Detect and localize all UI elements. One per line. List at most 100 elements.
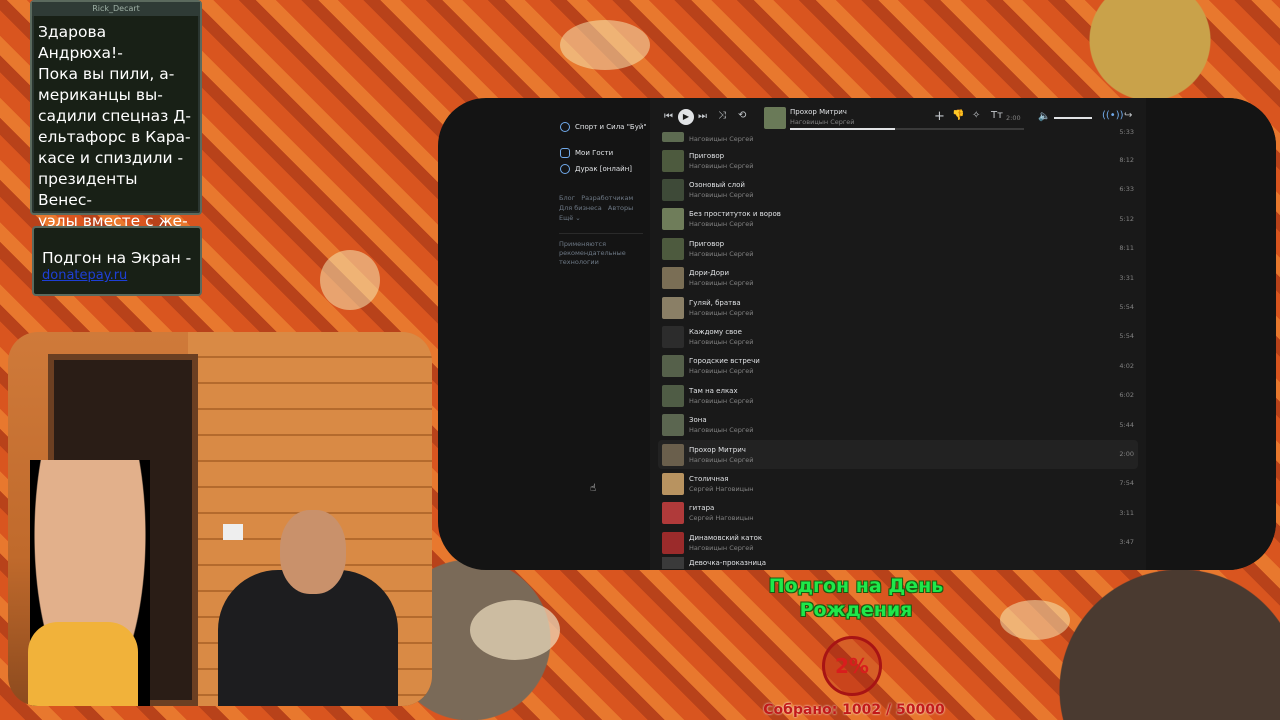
footer-link-more[interactable]: Ещё ⌄ — [559, 214, 581, 222]
track-title[interactable]: Приговор — [689, 239, 754, 249]
recommend-icon[interactable]: ✧ — [972, 110, 980, 121]
track-cover[interactable] — [662, 208, 684, 231]
share-icon[interactable]: ↪ — [1124, 110, 1132, 121]
repeat-icon[interactable]: ⟲ — [738, 110, 746, 121]
track-row[interactable]: Приговор Наговицын Сергей 8:11 — [658, 234, 1138, 263]
track-row[interactable]: Прохор Митрич Наговицын Сергей 2:00 — [658, 439, 1138, 470]
promo-link[interactable]: donatepay.ru — [42, 268, 192, 283]
track-title[interactable]: Озоновый слой — [689, 180, 754, 190]
add-icon[interactable]: + — [934, 109, 945, 124]
audio-player-bar: ⏮ ▶ ⏭ ⤨ ⟲ Прохор Митрич Наговицын Сергей… — [650, 104, 1146, 132]
track-title[interactable]: Гуляй, братва — [689, 298, 754, 308]
volume-slider[interactable] — [1054, 117, 1092, 119]
track-cover[interactable] — [662, 267, 684, 290]
track-duration: 3:11 — [1119, 508, 1134, 517]
track-row[interactable]: Приговор Наговицын Сергей 8:12 — [658, 146, 1138, 175]
track-artist[interactable]: Наговицын Сергей — [689, 543, 762, 553]
track-row[interactable]: Без проституток и воров Наговицын Сергей 5… — [658, 205, 1138, 234]
track-cover[interactable] — [662, 414, 684, 437]
track-artist[interactable]: Сергей Наговицын — [689, 513, 754, 523]
track-row[interactable]: Наговицын Сергей 5:33 — [658, 128, 1138, 146]
track-cover[interactable] — [662, 149, 684, 172]
track-artist[interactable]: Наговицын Сергей — [689, 455, 754, 465]
track-cover[interactable] — [662, 531, 684, 554]
track-row[interactable]: гитара Сергей Наговицын 3:11 — [658, 499, 1138, 528]
track-artist[interactable]: Наговицын Сергей — [689, 249, 754, 259]
chat-message-text: Здарова Андрюха!- Пока вы пили, а- мерик… — [38, 23, 191, 251]
footer-link-developers[interactable]: Разработчикам — [581, 194, 633, 202]
track-row[interactable]: Дори-Дори Наговицын Сергей 3:31 — [658, 264, 1138, 293]
track-duration: 6:33 — [1119, 185, 1134, 194]
track-cover[interactable] — [662, 179, 684, 202]
track-artist[interactable]: Наговицын Сергей — [689, 308, 754, 318]
track-info: Дори-Дори Наговицын Сергей — [689, 268, 754, 288]
track-title[interactable]: Зона — [689, 415, 754, 425]
track-title[interactable]: Девочка-проказница — [689, 558, 766, 568]
play-icon[interactable]: ▶ — [678, 109, 694, 125]
promo-title: Подгон на Экран - — [42, 249, 192, 267]
track-cover[interactable] — [662, 384, 684, 407]
track-title[interactable]: Динамовский каток — [689, 533, 762, 543]
playback-progress[interactable] — [790, 128, 1024, 130]
track-row[interactable]: Каждому свое Наговицын Сергей 5:54 — [658, 322, 1138, 351]
track-cover[interactable] — [662, 502, 684, 525]
vk-left-sidebar: Спорт и Сила "Буй" Мои Гости Дурак [онла… — [550, 98, 650, 570]
track-row[interactable]: Озоновый слой Наговицын Сергей 6:33 — [658, 175, 1138, 204]
background-splash — [1000, 600, 1070, 640]
lyrics-icon[interactable]: Tт — [991, 110, 1003, 121]
track-artist[interactable]: Наговицын Сергей — [689, 396, 754, 406]
broadcast-icon[interactable]: ((•)) — [1102, 110, 1124, 121]
footer-link-business[interactable]: Для бизнеса — [559, 204, 602, 212]
track-title[interactable]: Без проституток и воров — [689, 209, 781, 219]
previous-track-icon[interactable]: ⏮ — [664, 111, 673, 122]
volume-icon[interactable]: 🔈 — [1038, 111, 1050, 122]
shuffle-icon[interactable]: ⤨ — [718, 110, 726, 121]
track-title[interactable]: гитара — [689, 503, 754, 513]
track-artist[interactable]: Наговицын Сергей — [689, 161, 754, 171]
track-cover[interactable] — [662, 237, 684, 260]
track-artist[interactable]: Наговицын Сергей — [689, 134, 754, 144]
group-icon — [560, 122, 570, 132]
track-title[interactable]: Там на елках — [689, 386, 754, 396]
track-cover[interactable] — [662, 557, 684, 570]
track-artist[interactable]: Наговицын Сергей — [689, 337, 754, 347]
track-artist[interactable]: Наговицын Сергей — [689, 366, 760, 376]
track-artist[interactable]: Наговицын Сергей — [689, 278, 754, 288]
track-title[interactable]: Каждому свое — [689, 327, 754, 337]
track-artist[interactable]: Наговицын Сергей — [689, 190, 754, 200]
background-splash — [470, 600, 560, 660]
track-title[interactable]: Столичная — [689, 474, 754, 484]
now-playing-cover — [764, 107, 786, 129]
birthday-goal-title: Подгон на День Рождения — [768, 575, 944, 621]
track-row[interactable]: Городские встречи Наговицын Сергей 4:02 — [658, 352, 1138, 381]
track-row[interactable]: Там на елках Наговицын Сергей 6:02 — [658, 381, 1138, 410]
track-cover[interactable] — [662, 132, 684, 142]
sidebar-item-group[interactable]: Спорт и Сила "Буй" — [560, 122, 647, 132]
track-artist[interactable]: Наговицын Сергей — [689, 425, 754, 435]
track-title[interactable]: Приговор — [689, 151, 754, 161]
footer-link-blog[interactable]: Блог — [559, 194, 575, 202]
track-artist[interactable]: Наговицын Сергей — [689, 219, 781, 229]
streamer-shirt — [28, 622, 138, 706]
sidebar-item-my-guests[interactable]: Мои Гости — [560, 148, 613, 158]
track-row[interactable]: Девочка-проказница — [658, 557, 1138, 570]
track-cover[interactable] — [662, 355, 684, 378]
track-cover[interactable] — [662, 472, 684, 495]
dislike-icon[interactable]: 👎 — [952, 110, 964, 121]
track-cover[interactable] — [662, 326, 684, 349]
track-row[interactable]: Гуляй, братва Наговицын Сергей 5:54 — [658, 293, 1138, 322]
track-title[interactable]: Городские встречи — [689, 356, 760, 366]
sidebar-item-durak[interactable]: Дурак [онлайн] — [560, 164, 632, 174]
next-track-icon[interactable]: ⏭ — [698, 111, 707, 122]
track-row[interactable]: Динамовский каток Наговицын Сергей 3:47 — [658, 528, 1138, 557]
now-playing-artist[interactable]: Наговицын Сергей — [790, 118, 855, 126]
track-row[interactable]: Зона Наговицын Сергей 5:44 — [658, 411, 1138, 440]
track-row[interactable]: Столичная Сергей Наговицын 7:54 — [658, 469, 1138, 498]
footer-link-authors[interactable]: Авторы — [608, 204, 633, 212]
track-cover[interactable] — [662, 443, 684, 466]
track-title[interactable]: Дори-Дори — [689, 268, 754, 278]
track-cover[interactable] — [662, 296, 684, 319]
track-artist[interactable]: Сергей Наговицын — [689, 484, 754, 494]
track-info: Озоновый слой Наговицын Сергей — [689, 180, 754, 200]
track-title[interactable]: Прохор Митрич — [689, 445, 754, 455]
